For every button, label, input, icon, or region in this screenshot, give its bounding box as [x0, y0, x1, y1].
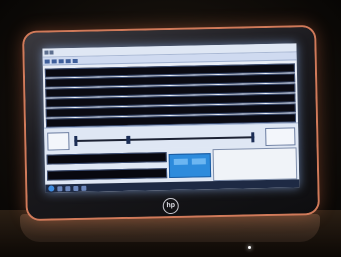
taskbar-icon[interactable]	[57, 185, 63, 191]
app-icon	[44, 50, 49, 55]
slider-track[interactable]	[74, 136, 255, 143]
app-icon	[49, 50, 54, 55]
blue-button[interactable]	[173, 158, 188, 165]
left-control[interactable]	[47, 132, 70, 151]
toolbar-icon[interactable]	[58, 58, 64, 63]
slider-end-marker	[251, 132, 255, 143]
laptop-screen	[42, 43, 300, 193]
slider-thumb[interactable]	[126, 135, 131, 144]
blue-button[interactable]	[191, 158, 206, 165]
taskbar-icon[interactable]	[73, 185, 79, 191]
start-button[interactable]	[48, 185, 55, 192]
right-control[interactable]	[265, 127, 296, 147]
toolbar-icon[interactable]	[65, 58, 71, 63]
black-field	[46, 168, 168, 181]
hp-logo: hp	[162, 197, 179, 215]
toolbar-icon[interactable]	[72, 58, 78, 63]
taskbar-icon[interactable]	[81, 185, 87, 191]
indicator-light	[248, 246, 251, 249]
toolbar-icon[interactable]	[44, 59, 50, 64]
toolbar-icon[interactable]	[51, 58, 57, 63]
photo-scene: hp	[0, 0, 341, 257]
laptop-bezel: hp	[24, 26, 318, 220]
taskbar-icon[interactable]	[65, 185, 71, 191]
info-panel	[212, 147, 298, 182]
slider-start-marker	[74, 135, 78, 147]
black-field	[46, 152, 167, 165]
highlight-box	[168, 153, 212, 179]
lower-panel	[44, 145, 300, 185]
